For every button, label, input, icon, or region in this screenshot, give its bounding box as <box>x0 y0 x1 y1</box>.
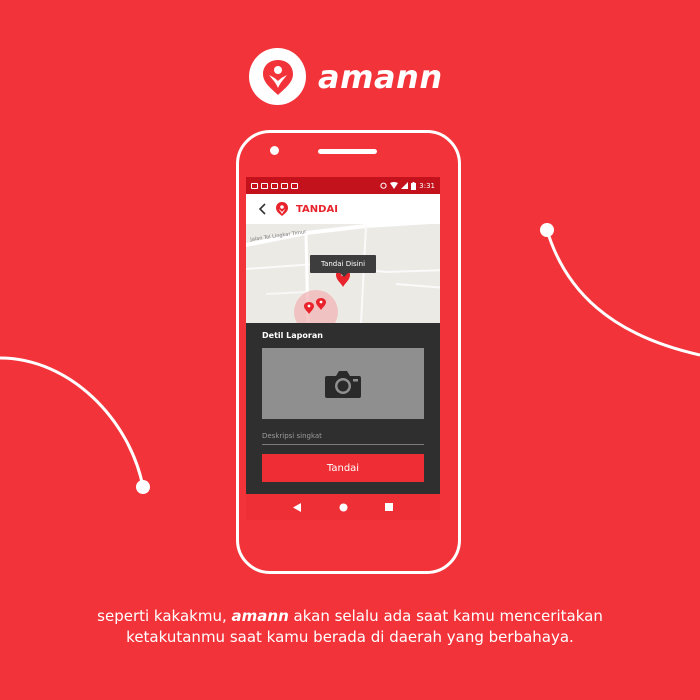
sheet-title: Detil Laporan <box>262 331 323 340</box>
status-icons-right: 3:31 <box>380 181 435 190</box>
back-button[interactable] <box>254 199 270 219</box>
signal-icon <box>401 182 409 189</box>
caption-brand: amann <box>231 607 289 625</box>
caption-line-2: ketakutanmu saat kamu berada di daerah y… <box>126 628 574 646</box>
nav-recents-button[interactable] <box>382 500 396 514</box>
description-input[interactable] <box>262 428 424 445</box>
caption-text: seperti kakakmu, <box>97 607 232 625</box>
battery-icon <box>411 181 417 190</box>
area-highlight <box>294 290 338 324</box>
nav-recents-icon <box>385 503 393 511</box>
nav-back-icon <box>293 502 301 512</box>
android-nav-bar <box>246 494 440 520</box>
phone-camera <box>270 146 279 155</box>
photo-upload-area[interactable] <box>262 348 424 419</box>
map-view[interactable]: Jalan Tol Lingkar Timur Tandai Disini <box>246 224 440 324</box>
message-icon <box>261 182 268 189</box>
notification-icon <box>251 182 258 189</box>
curve-dot-right <box>540 223 554 237</box>
nav-home-button[interactable] <box>336 500 350 514</box>
map-tooltip-arrow <box>340 273 348 277</box>
status-time: 3:31 <box>419 181 435 190</box>
app-bar: TANDAI <box>246 194 440 224</box>
map-pin-logo-icon <box>276 202 288 216</box>
submit-button[interactable]: Tandai <box>262 454 424 482</box>
chat-icon <box>281 182 288 189</box>
back-arrow-icon <box>258 203 266 215</box>
brand-name: amann <box>318 57 443 96</box>
nav-back-button[interactable] <box>290 500 304 514</box>
amann-logo-icon <box>249 48 306 105</box>
app-title: TANDAI <box>296 203 338 215</box>
camera-icon <box>325 370 361 398</box>
mail-icon <box>291 182 298 189</box>
photo-icon <box>271 182 278 189</box>
report-details-sheet: Detil Laporan Tandai <box>246 323 440 494</box>
map-tooltip: Tandai Disini <box>310 255 376 273</box>
caption-line-1: seperti kakakmu, amann akan selalu ada s… <box>0 606 700 627</box>
alarm-icon <box>380 182 387 189</box>
curve-dot-left <box>136 480 150 494</box>
phone-speaker <box>318 149 377 154</box>
phone-screen: 3:31 TANDAI Jalan Tol Lingkar Timur Tand… <box>246 177 440 520</box>
brand-header: amann <box>249 48 443 105</box>
status-bar: 3:31 <box>246 177 440 194</box>
caption-text: akan selalu ada saat kamu menceritakan <box>288 607 603 625</box>
nav-home-icon <box>339 503 347 511</box>
status-icons-left <box>251 182 298 189</box>
caption: seperti kakakmu, amann akan selalu ada s… <box>0 606 700 648</box>
wifi-icon <box>390 182 399 189</box>
